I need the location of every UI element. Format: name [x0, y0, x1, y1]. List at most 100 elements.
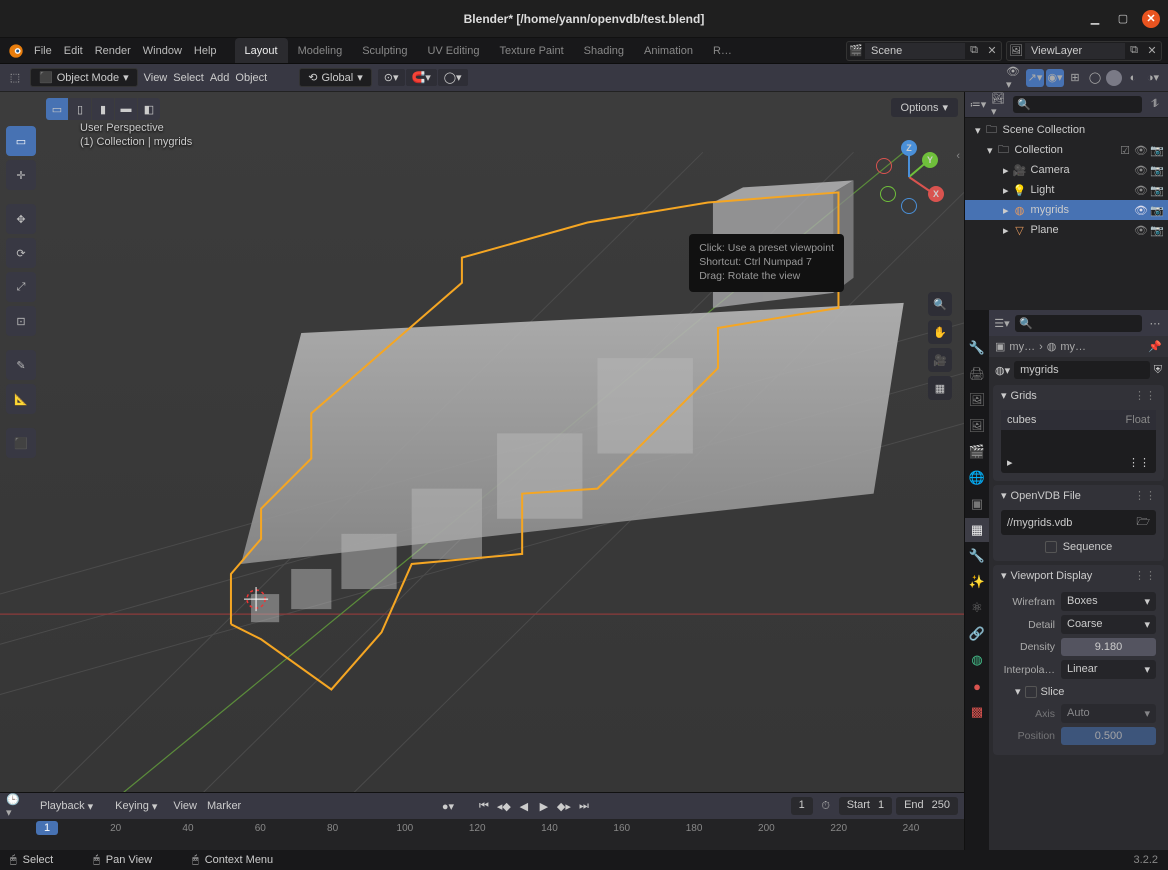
outliner-item-plane[interactable]: ▸▽ Plane 👁📷: [965, 220, 1168, 240]
eye-icon[interactable]: 👁: [1134, 204, 1148, 217]
render-icon[interactable]: 📷: [1150, 184, 1164, 197]
tab-shading[interactable]: Shading: [574, 38, 634, 63]
render-icon[interactable]: 📷: [1150, 144, 1164, 157]
tab-modeling[interactable]: Modeling: [288, 38, 353, 63]
outliner-scene-collection[interactable]: ▾🗀 Scene Collection: [965, 120, 1168, 140]
tab-layout[interactable]: Layout: [235, 38, 288, 63]
eye-icon[interactable]: 👁: [1134, 164, 1148, 177]
outliner-tree[interactable]: ▾🗀 Scene Collection ▾🗀 Collection ☑👁📷 ▸🎥…: [965, 118, 1168, 310]
prop-tab-data[interactable]: ◍: [965, 648, 989, 672]
viewlayer-new-icon[interactable]: ⧉: [1125, 42, 1143, 60]
select-intersect-icon[interactable]: ▬: [115, 98, 137, 120]
panel-grids-header[interactable]: ▾Grids⋮⋮: [993, 385, 1164, 406]
tool-scale[interactable]: ⤢: [6, 272, 36, 302]
start-frame-field[interactable]: Start1: [839, 797, 892, 815]
hdr-object[interactable]: Object: [235, 72, 267, 84]
menu-edit[interactable]: Edit: [64, 45, 83, 57]
axis-neg-y-icon[interactable]: [880, 186, 896, 202]
properties-search[interactable]: 🔍: [1015, 315, 1142, 332]
timeline-view-menu[interactable]: View: [173, 800, 197, 812]
tool-select-box[interactable]: ▭: [6, 126, 36, 156]
interpolation-select[interactable]: Linear▾: [1061, 660, 1156, 679]
axis-neg-z-icon[interactable]: [901, 198, 917, 214]
tab-animation[interactable]: Animation: [634, 38, 703, 63]
tab-texture-paint[interactable]: Texture Paint: [489, 38, 573, 63]
density-field[interactable]: 9.180: [1061, 638, 1156, 656]
axis-x-icon[interactable]: X: [928, 186, 944, 202]
proportional-icon[interactable]: ◯▾: [438, 69, 468, 86]
editor-type-icon[interactable]: ⬚: [6, 69, 24, 87]
prop-tab-output[interactable]: 🖼: [965, 388, 989, 412]
list-grip-icon[interactable]: ⋮⋮: [1128, 456, 1150, 469]
render-icon[interactable]: 📷: [1150, 164, 1164, 177]
shading-matprev-icon[interactable]: ◐: [1124, 69, 1142, 87]
slice-position-field[interactable]: 0.500: [1061, 727, 1156, 745]
tool-cursor[interactable]: ✛: [6, 160, 36, 190]
list-expand-icon[interactable]: ▸: [1007, 456, 1013, 469]
shading-wire-icon[interactable]: ◯: [1086, 69, 1104, 87]
render-icon[interactable]: 📷: [1150, 224, 1164, 237]
prop-tab-object[interactable]: ▦: [965, 518, 989, 542]
shading-solid-icon[interactable]: [1106, 70, 1122, 86]
play-icon[interactable]: ▶: [535, 797, 553, 815]
outliner-item-light[interactable]: ▸💡 Light 👁📷: [965, 180, 1168, 200]
close-icon[interactable]: ✕: [1142, 10, 1160, 28]
orientation-select[interactable]: ⟲ Global ▾: [299, 68, 372, 87]
outliner-collection[interactable]: ▾🗀 Collection ☑👁📷: [965, 140, 1168, 160]
tool-transform[interactable]: ⊡: [6, 306, 36, 336]
tab-more[interactable]: R…: [703, 38, 742, 63]
options-popover[interactable]: Options▾: [891, 98, 958, 117]
viewlayer-selector[interactable]: 🖼 ViewLayer ⧉ ✕: [1006, 41, 1162, 61]
viewport-3d[interactable]: ▭ ▯ ▮ ▬ ◧ ▭ ✛ ✥ ⟳ ⤢ ⊡ ✎ 📐 ⬛ Us: [0, 92, 964, 792]
hdr-select[interactable]: Select: [173, 72, 204, 84]
visibility-icon[interactable]: 👁▾: [1006, 69, 1024, 87]
scene-name[interactable]: Scene: [865, 43, 965, 59]
keying-menu[interactable]: Keying▾: [109, 798, 163, 815]
outliner-display-icon[interactable]: 🏞▾: [991, 96, 1009, 114]
scene-delete-icon[interactable]: ✕: [983, 42, 1001, 60]
pivot-icon[interactable]: ⊙▾: [378, 69, 405, 86]
viewlayer-delete-icon[interactable]: ✕: [1143, 42, 1161, 60]
sidebar-toggle-icon[interactable]: ‹: [956, 150, 960, 162]
preview-range-icon[interactable]: ⏱: [817, 797, 835, 815]
gizmo-toggle-icon[interactable]: ↗▾: [1026, 69, 1044, 87]
menu-file[interactable]: File: [34, 45, 52, 57]
grids-list[interactable]: cubesFloat ▸⋮⋮: [1001, 410, 1156, 473]
overlays-icon[interactable]: ◉▾: [1046, 69, 1064, 87]
prop-tab-world[interactable]: 🌐: [965, 466, 989, 490]
end-frame-field[interactable]: End250: [896, 797, 958, 815]
axis-z-icon[interactable]: Z: [901, 140, 917, 156]
openvdb-filepath-field[interactable]: //mygrids.vdb🗁: [1001, 510, 1156, 535]
autokey-icon[interactable]: ●▾: [439, 797, 457, 815]
menu-window[interactable]: Window: [143, 45, 182, 57]
play-rev-icon[interactable]: ◀: [515, 797, 533, 815]
playback-menu[interactable]: Playback▾: [34, 798, 99, 815]
axis-gizmo[interactable]: Z Y X: [874, 142, 944, 212]
prop-tab-scene[interactable]: 🎬: [965, 440, 989, 464]
hdr-view[interactable]: View: [144, 72, 168, 84]
data-icon[interactable]: ◍▾: [995, 364, 1010, 377]
keyframe-next-icon[interactable]: ◆▸: [555, 797, 573, 815]
xray-icon[interactable]: ⊞: [1066, 69, 1084, 87]
axis-y-icon[interactable]: Y: [922, 152, 938, 168]
keyframe-prev-icon[interactable]: ◂◆: [495, 797, 513, 815]
menu-help[interactable]: Help: [194, 45, 217, 57]
prop-tab-material[interactable]: ●: [965, 674, 989, 698]
zoom-icon[interactable]: 🔍: [928, 292, 952, 316]
prop-tab-modifiers[interactable]: 🔧: [965, 544, 989, 568]
jump-end-icon[interactable]: ⏭: [575, 797, 593, 815]
outliner-search[interactable]: 🔍: [1013, 96, 1142, 113]
menu-render[interactable]: Render: [95, 45, 131, 57]
tool-annotate[interactable]: ✎: [6, 350, 36, 380]
axis-neg-x-icon[interactable]: [876, 158, 892, 174]
prop-tab-physics[interactable]: ⚛: [965, 596, 989, 620]
tool-move[interactable]: ✥: [6, 204, 36, 234]
tool-add-cube[interactable]: ⬛: [6, 428, 36, 458]
eye-icon[interactable]: 👁: [1134, 184, 1148, 197]
timeline-editor-icon[interactable]: 🕒▾: [6, 797, 24, 815]
slice-subpanel-header[interactable]: ▾Slice: [1001, 681, 1156, 702]
prop-tab-texture[interactable]: ▩: [965, 700, 989, 724]
select-box-icon[interactable]: ▭: [46, 98, 68, 120]
prop-tab-tool[interactable]: 🔧: [965, 336, 989, 360]
outliner-editor-icon[interactable]: ≔▾: [969, 96, 987, 114]
